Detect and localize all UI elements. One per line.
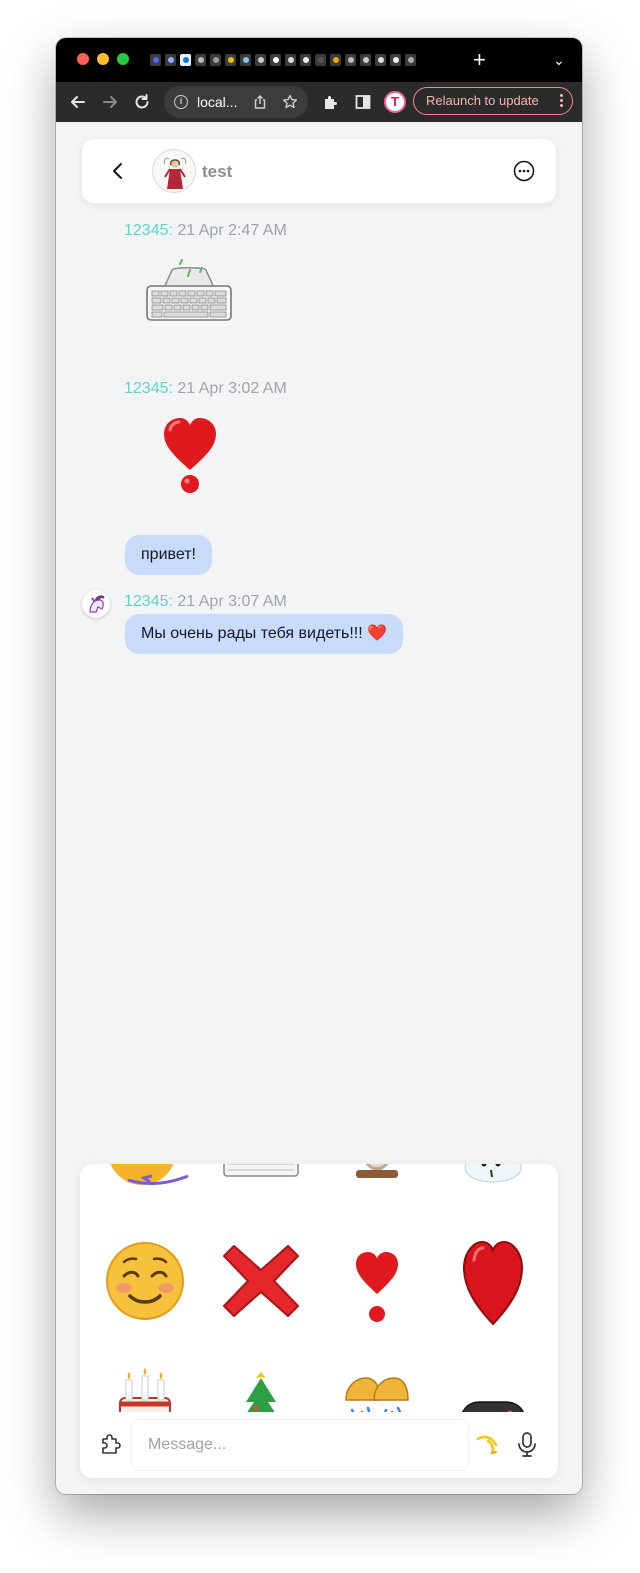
sender-avatar[interactable] bbox=[82, 590, 110, 618]
tab[interactable] bbox=[165, 54, 176, 66]
message-meta: 12345: 21 Apr 2:47 AM bbox=[124, 222, 287, 240]
tab-active[interactable] bbox=[180, 54, 191, 66]
cross-mark-sticker[interactable] bbox=[216, 1236, 306, 1326]
tab-list bbox=[150, 54, 416, 66]
tab[interactable] bbox=[255, 54, 266, 66]
heart-exclamation-sticker[interactable] bbox=[332, 1236, 422, 1326]
hourglass-sticker[interactable] bbox=[332, 1164, 422, 1196]
message-author[interactable]: 12345: bbox=[124, 593, 173, 610]
smiling-blush-face-sticker[interactable] bbox=[100, 1236, 190, 1326]
tab[interactable] bbox=[360, 54, 371, 66]
chat-title[interactable]: test bbox=[202, 162, 232, 182]
message-bubble[interactable]: Мы очень рады тебя видеть!!! ❤️ bbox=[125, 614, 404, 654]
kiss-face-sticker[interactable] bbox=[100, 1164, 190, 1196]
keyboard-sticker[interactable] bbox=[144, 256, 234, 322]
more-options-icon[interactable] bbox=[513, 160, 535, 182]
message-input[interactable] bbox=[132, 1420, 468, 1470]
tab[interactable] bbox=[390, 54, 401, 66]
message-composer bbox=[80, 1412, 558, 1478]
more-vert-icon[interactable] bbox=[560, 94, 563, 109]
tab[interactable] bbox=[330, 54, 341, 66]
tab[interactable] bbox=[150, 54, 161, 66]
back-arrow-icon[interactable] bbox=[66, 90, 90, 114]
profile-avatar[interactable]: T bbox=[384, 91, 406, 113]
tab[interactable] bbox=[285, 54, 296, 66]
tab-search-chevron-icon[interactable]: ⌄ bbox=[553, 52, 565, 69]
tab[interactable] bbox=[345, 54, 356, 66]
message-bubble[interactable]: привет! bbox=[125, 535, 212, 575]
new-tab-button[interactable]: + bbox=[473, 48, 486, 72]
reload-icon[interactable] bbox=[130, 90, 154, 114]
tab[interactable] bbox=[270, 54, 281, 66]
sticker-panel bbox=[80, 1164, 558, 1478]
tab[interactable] bbox=[195, 54, 206, 66]
forward-arrow-icon[interactable] bbox=[98, 90, 122, 114]
message-author[interactable]: 12345: bbox=[124, 380, 173, 397]
gamepad-sticker[interactable] bbox=[448, 1362, 538, 1412]
microphone-icon[interactable] bbox=[514, 1430, 540, 1458]
minimize-window-button[interactable] bbox=[97, 53, 109, 65]
relaunch-label: Relaunch to update bbox=[426, 93, 539, 108]
message-timestamp: 21 Apr 3:07 AM bbox=[177, 593, 287, 610]
relaunch-to-update-button[interactable]: Relaunch to update bbox=[413, 87, 573, 115]
message-timestamp: 21 Apr 2:47 AM bbox=[177, 222, 287, 239]
tab[interactable] bbox=[300, 54, 311, 66]
side-panel-icon[interactable] bbox=[351, 90, 375, 114]
address-bar[interactable]: i local... bbox=[164, 86, 308, 118]
puzzle-icon[interactable] bbox=[98, 1431, 124, 1457]
address-url[interactable]: local... bbox=[197, 94, 237, 110]
keyboard-sticker[interactable] bbox=[216, 1164, 306, 1196]
bookmark-star-icon[interactable] bbox=[278, 90, 302, 114]
close-window-button[interactable] bbox=[77, 53, 89, 65]
message-timestamp: 21 Apr 3:02 AM bbox=[177, 380, 287, 397]
heart-exclamation-sticker[interactable] bbox=[160, 414, 220, 496]
maximize-window-button[interactable] bbox=[117, 53, 129, 65]
christmas-tree-sticker[interactable] bbox=[216, 1362, 306, 1412]
sticker-picker-icon[interactable] bbox=[474, 1431, 500, 1457]
sticker-grid bbox=[80, 1164, 558, 1412]
red-heart-sticker[interactable] bbox=[448, 1236, 538, 1326]
message-author[interactable]: 12345: bbox=[124, 222, 173, 239]
message-meta: 12345: 21 Apr 3:07 AM bbox=[124, 593, 287, 611]
tab[interactable] bbox=[210, 54, 221, 66]
message-meta: 12345: 21 Apr 3:02 AM bbox=[124, 380, 287, 398]
snowman-sticker[interactable] bbox=[448, 1164, 538, 1196]
chat-header: test bbox=[82, 139, 556, 203]
share-icon[interactable] bbox=[248, 90, 272, 114]
browser-toolbar: i local... T Relaunch to update bbox=[56, 82, 582, 122]
birthday-cake-sticker[interactable] bbox=[100, 1362, 190, 1412]
tab[interactable] bbox=[225, 54, 236, 66]
tab[interactable] bbox=[240, 54, 251, 66]
tab[interactable] bbox=[405, 54, 416, 66]
tab[interactable] bbox=[375, 54, 386, 66]
back-chevron-icon[interactable] bbox=[106, 159, 130, 183]
browser-window: + ⌄ i local... T Relaunch to update test… bbox=[56, 38, 582, 1494]
chat-avatar[interactable] bbox=[152, 149, 196, 193]
site-info-icon[interactable]: i bbox=[174, 95, 188, 109]
tab[interactable] bbox=[315, 54, 326, 66]
tab-strip: + ⌄ bbox=[56, 38, 582, 82]
party-bells-sticker[interactable] bbox=[332, 1362, 422, 1412]
extensions-puzzle-icon[interactable] bbox=[319, 90, 343, 114]
